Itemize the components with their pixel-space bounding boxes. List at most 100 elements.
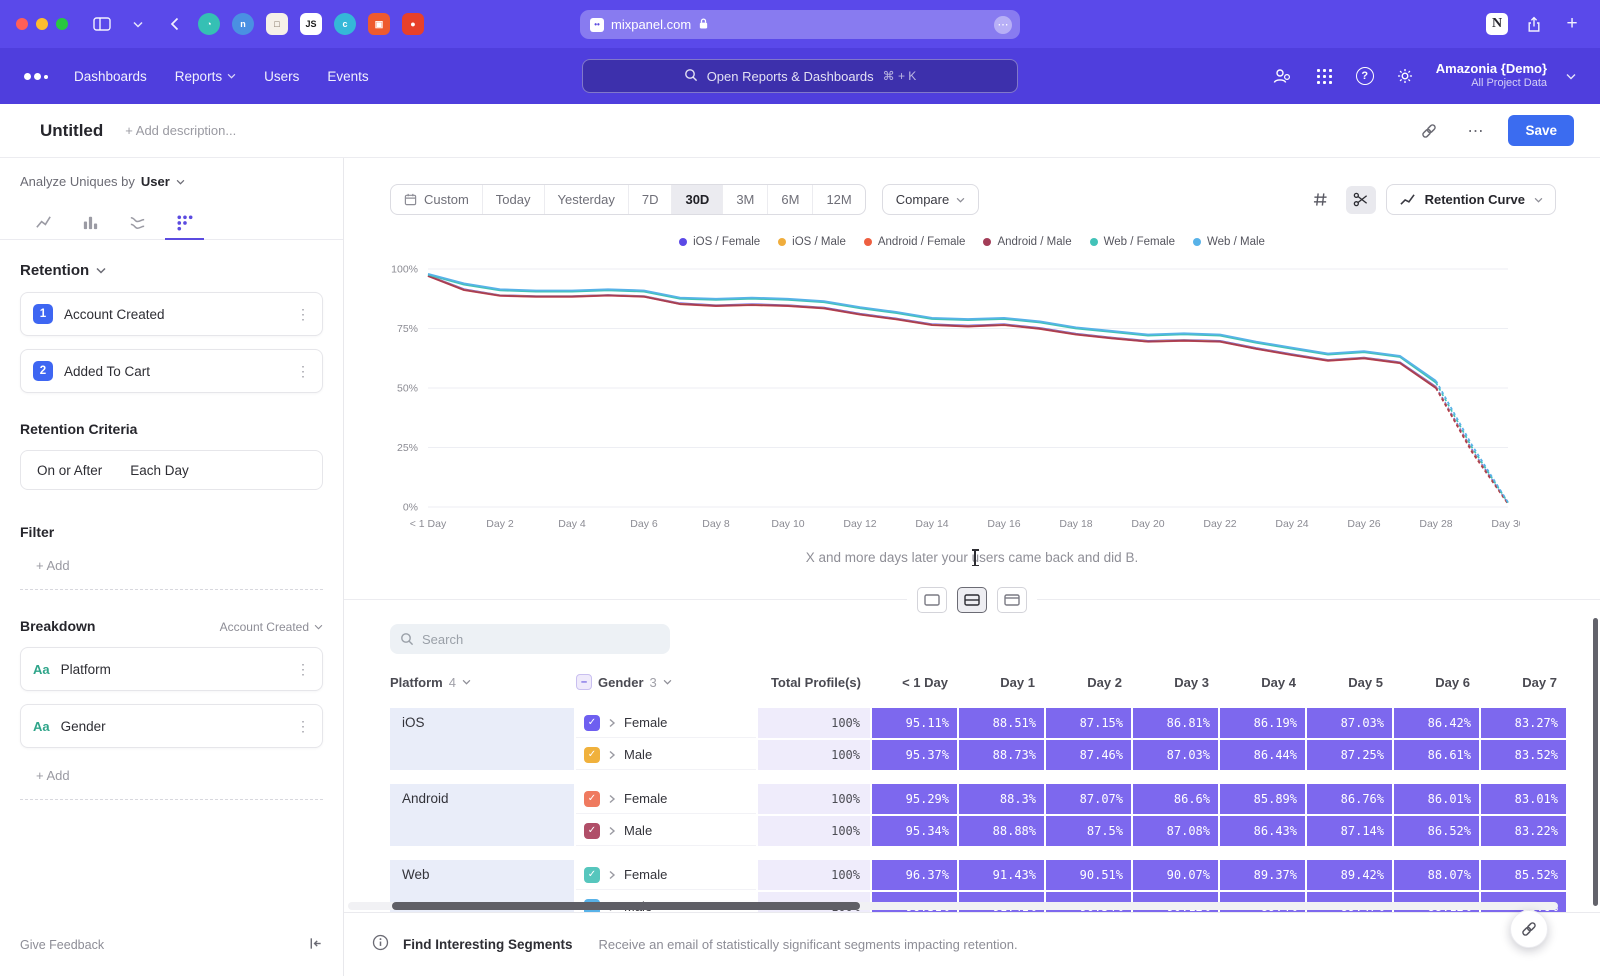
nav-users[interactable]: Users bbox=[264, 69, 299, 84]
select-all-checkbox[interactable]: – bbox=[576, 674, 592, 690]
retention-section-header[interactable]: Retention bbox=[20, 262, 323, 279]
extension-icon[interactable]: ▣ bbox=[368, 13, 390, 35]
day-column-header[interactable]: < 1 Day bbox=[872, 675, 957, 690]
criteria-interval-dropdown[interactable]: Each Day bbox=[130, 463, 189, 478]
apps-grid-icon[interactable] bbox=[1313, 64, 1337, 88]
step-options-icon[interactable]: ⋮ bbox=[296, 363, 310, 380]
gender-header[interactable]: – Gender 3 bbox=[576, 674, 756, 690]
expand-chevron-icon[interactable] bbox=[608, 870, 616, 880]
scissors-icon[interactable] bbox=[1346, 186, 1376, 214]
series-checkbox[interactable]: ✓ bbox=[584, 867, 600, 883]
range-6m[interactable]: 6M bbox=[767, 185, 812, 214]
extension-icon[interactable]: n bbox=[232, 13, 254, 35]
site-more-icon[interactable]: ⋯ bbox=[994, 16, 1012, 34]
help-icon[interactable]: ? bbox=[1356, 67, 1374, 85]
range-yesterday[interactable]: Yesterday bbox=[544, 185, 628, 214]
nav-reports[interactable]: Reports bbox=[175, 69, 236, 84]
legend-item[interactable]: iOS / Male bbox=[778, 235, 846, 249]
notion-extension-icon[interactable]: N bbox=[1486, 13, 1508, 35]
extension-icon[interactable]: ◔ bbox=[198, 13, 220, 35]
address-bar[interactable]: •• mixpanel.com ⋯ bbox=[580, 10, 1020, 39]
split-view-toggle[interactable] bbox=[957, 587, 987, 613]
range-30d[interactable]: 30D bbox=[671, 185, 722, 214]
extension-icon[interactable]: □ bbox=[266, 13, 288, 35]
legend-item[interactable]: Web / Female bbox=[1090, 235, 1175, 249]
more-options-icon[interactable]: ⋯ bbox=[1462, 118, 1488, 144]
close-window-button[interactable] bbox=[16, 18, 28, 30]
table-search-input[interactable] bbox=[390, 624, 670, 654]
nav-events[interactable]: Events bbox=[327, 69, 368, 84]
breakdown-gender[interactable]: Aa Gender ⋮ bbox=[20, 704, 323, 748]
expand-chevron-icon[interactable] bbox=[608, 750, 616, 760]
project-switcher[interactable]: Amazonia {Demo} All Project Data bbox=[1436, 61, 1547, 91]
nav-dashboards[interactable]: Dashboards bbox=[74, 69, 147, 84]
chart-type-dropdown[interactable]: Retention Curve bbox=[1386, 184, 1556, 215]
legend-item[interactable]: Android / Male bbox=[983, 235, 1071, 249]
legend-item[interactable]: iOS / Female bbox=[679, 235, 760, 249]
give-feedback-link[interactable]: Give Feedback bbox=[20, 938, 104, 952]
tab-funnels[interactable] bbox=[67, 205, 114, 239]
range-12m[interactable]: 12M bbox=[812, 185, 864, 214]
report-description-placeholder[interactable]: + Add description... bbox=[125, 123, 236, 138]
expand-chevron-icon[interactable] bbox=[608, 718, 616, 728]
horizontal-scrollbar[interactable] bbox=[348, 902, 1558, 910]
save-button[interactable]: Save bbox=[1508, 115, 1574, 146]
breakdown-platform[interactable]: Aa Platform ⋮ bbox=[20, 647, 323, 691]
share-link-fab[interactable] bbox=[1510, 910, 1548, 948]
extension-icon[interactable]: JS bbox=[300, 13, 322, 35]
retention-chart[interactable]: 0%25%50%75%100%< 1 DayDay 2Day 4Day 6Day… bbox=[380, 255, 1600, 538]
browser-sidebar-toggle-icon[interactable] bbox=[90, 12, 114, 36]
range-7d[interactable]: 7D bbox=[628, 185, 672, 214]
expand-chevron-icon[interactable] bbox=[608, 826, 616, 836]
extension-icon[interactable]: c bbox=[334, 13, 356, 35]
users-directory-icon[interactable] bbox=[1270, 64, 1294, 88]
table-only-toggle[interactable] bbox=[997, 587, 1027, 613]
breakdown-options-icon[interactable]: ⋮ bbox=[296, 661, 310, 678]
add-filter-button[interactable]: + Add bbox=[20, 558, 323, 590]
breakdown-context-dropdown[interactable]: Account Created bbox=[220, 620, 323, 634]
total-profiles-header[interactable]: Total Profile(s) bbox=[758, 675, 870, 690]
platform-header[interactable]: Platform 4 bbox=[390, 675, 574, 690]
global-search[interactable]: Open Reports & Dashboards ⌘ + K bbox=[582, 59, 1018, 93]
collapse-sidebar-icon[interactable] bbox=[308, 936, 323, 954]
legend-item[interactable]: Android / Female bbox=[864, 235, 966, 249]
extension-icon[interactable]: ● bbox=[402, 13, 424, 35]
horizontal-scrollbar-thumb[interactable] bbox=[392, 902, 860, 910]
share-icon[interactable] bbox=[1522, 12, 1546, 36]
tab-insights[interactable] bbox=[20, 205, 67, 239]
add-breakdown-button[interactable]: + Add bbox=[20, 768, 323, 800]
zoom-window-button[interactable] bbox=[56, 18, 68, 30]
series-checkbox[interactable]: ✓ bbox=[584, 791, 600, 807]
compare-button[interactable]: Compare bbox=[882, 184, 979, 215]
range-3m[interactable]: 3M bbox=[722, 185, 767, 214]
tab-flows[interactable] bbox=[114, 205, 161, 239]
vertical-scrollbar-thumb[interactable] bbox=[1593, 618, 1598, 906]
chevron-down-icon[interactable] bbox=[126, 12, 150, 36]
minimize-window-button[interactable] bbox=[36, 18, 48, 30]
retention-step-b[interactable]: 2 Added To Cart ⋮ bbox=[20, 349, 323, 393]
retention-step-a[interactable]: 1 Account Created ⋮ bbox=[20, 292, 323, 336]
back-button[interactable] bbox=[162, 12, 186, 36]
day-column-header[interactable]: Day 5 bbox=[1307, 675, 1392, 690]
day-column-header[interactable]: Day 3 bbox=[1133, 675, 1218, 690]
mixpanel-logo[interactable] bbox=[24, 73, 48, 80]
day-column-header[interactable]: Day 4 bbox=[1220, 675, 1305, 690]
legend-item[interactable]: Web / Male bbox=[1193, 235, 1265, 249]
day-column-header[interactable]: Day 6 bbox=[1394, 675, 1479, 690]
step-options-icon[interactable]: ⋮ bbox=[296, 306, 310, 323]
criteria-mode-dropdown[interactable]: On or After bbox=[37, 463, 102, 478]
day-column-header[interactable]: Day 1 bbox=[959, 675, 1044, 690]
analyze-uniques-control[interactable]: Analyze Uniques by User bbox=[20, 174, 323, 189]
series-checkbox[interactable]: ✓ bbox=[584, 715, 600, 731]
tab-retention[interactable] bbox=[161, 205, 208, 239]
report-title[interactable]: Untitled bbox=[40, 121, 103, 141]
series-checkbox[interactable]: ✓ bbox=[584, 823, 600, 839]
day-column-header[interactable]: Day 7 bbox=[1481, 675, 1566, 690]
settings-gear-icon[interactable] bbox=[1393, 64, 1417, 88]
chart-only-toggle[interactable] bbox=[917, 587, 947, 613]
expand-chevron-icon[interactable] bbox=[608, 794, 616, 804]
hash-values-icon[interactable] bbox=[1306, 186, 1336, 214]
find-segments-link[interactable]: Find Interesting Segments bbox=[403, 937, 573, 952]
range-today[interactable]: Today bbox=[482, 185, 544, 214]
breakdown-options-icon[interactable]: ⋮ bbox=[296, 718, 310, 735]
